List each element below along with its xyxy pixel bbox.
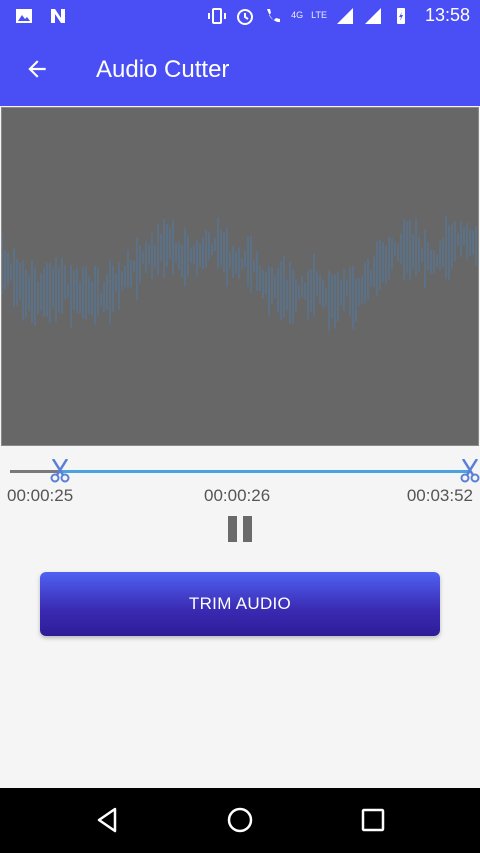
vibrate-icon	[208, 7, 227, 24]
seek-track-active	[59, 470, 470, 473]
waveform-panel[interactable]	[1, 107, 479, 446]
back-arrow-icon	[28, 60, 46, 78]
nav-home-icon[interactable]	[226, 806, 254, 834]
signal-icon	[336, 7, 353, 24]
battery-icon	[396, 7, 405, 24]
page-title: Audio Cutter	[96, 56, 230, 83]
status-time: 13:58	[424, 5, 470, 25]
time-labels: 00:00:25 00:00:26 00:03:52	[0, 486, 480, 508]
app-bar: Audio Cutter	[0, 32, 480, 106]
end-time: 00:03:52	[406, 486, 473, 505]
trim-range-slider[interactable]	[10, 455, 480, 487]
system-nav-bar	[0, 788, 480, 853]
image-icon	[16, 9, 32, 23]
signal-icon	[364, 7, 381, 24]
nav-recents-icon[interactable]	[359, 806, 387, 834]
current-time: 00:00:26	[204, 486, 271, 505]
back-button[interactable]	[20, 52, 54, 86]
call-icon	[267, 8, 281, 22]
waveform	[2, 215, 477, 332]
pause-button[interactable]	[228, 516, 252, 542]
start-time: 00:00:25	[7, 486, 74, 505]
n-icon	[51, 9, 65, 23]
nav-back-icon[interactable]	[93, 806, 121, 834]
network-4g-label: 4G	[291, 10, 304, 20]
network-lte-label: LTE	[311, 10, 327, 20]
trim-start-handle-icon[interactable]	[49, 459, 71, 483]
status-bar: 4G LTE 13:58	[0, 0, 480, 32]
trim-audio-button[interactable]: TRIM AUDIO	[40, 572, 440, 636]
trim-end-handle-icon[interactable]	[459, 459, 480, 483]
alarm-icon	[237, 8, 254, 25]
